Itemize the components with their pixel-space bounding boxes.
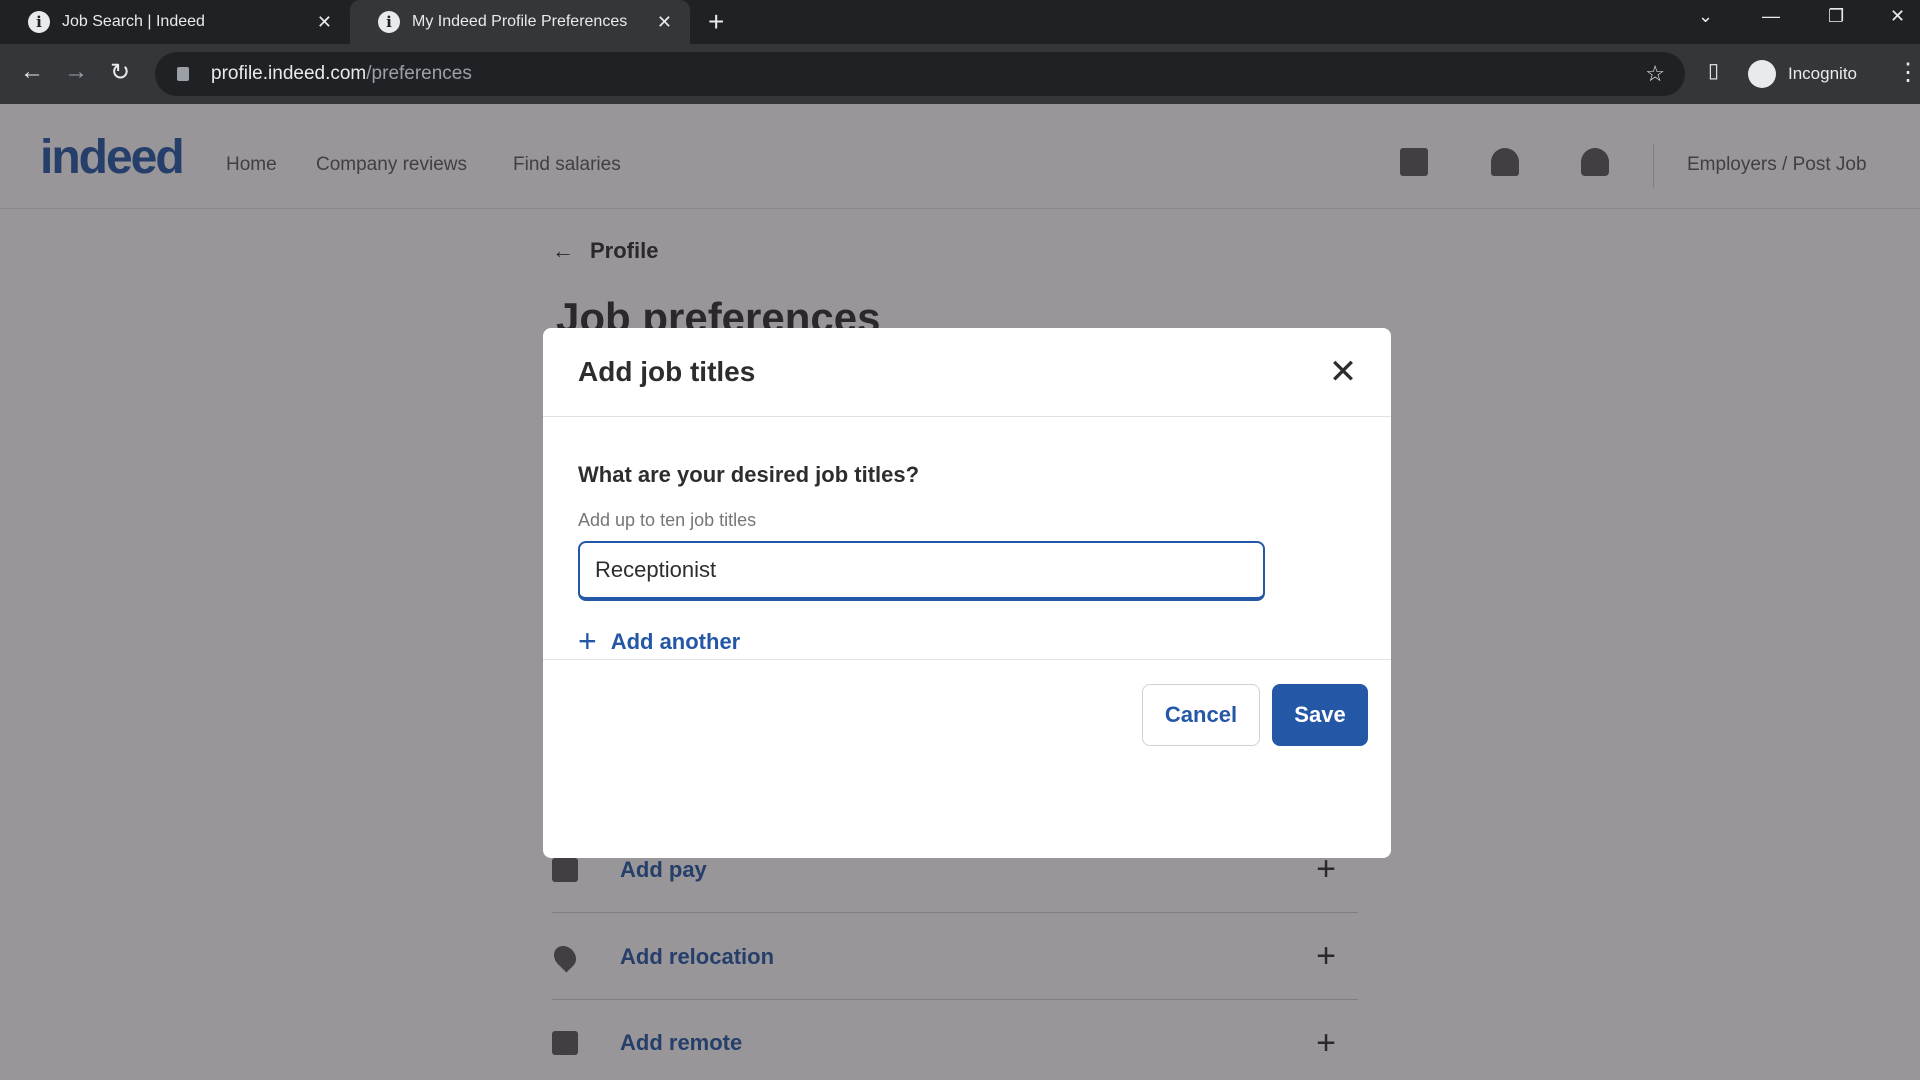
forward-icon[interactable]: → xyxy=(64,58,88,86)
hint-text: Add up to ten job titles xyxy=(578,510,757,530)
bookmark-star-icon[interactable]: ☆ xyxy=(1645,61,1665,87)
indeed-favicon-icon: i xyxy=(28,11,50,33)
close-window-icon[interactable]: ✕ xyxy=(1890,6,1905,27)
dialog-title: Add job titles xyxy=(578,356,756,387)
close-icon[interactable]: ✕ xyxy=(1325,354,1361,390)
incognito-icon xyxy=(1748,60,1776,88)
browser-tab-bar: i Job Search | Indeed ✕ i My Indeed Profile… xyxy=(0,0,1920,44)
reload-icon[interactable]: ↻ xyxy=(110,58,130,87)
url-bar[interactable]: profile.indeed.com/preferences ☆ xyxy=(155,52,1685,96)
close-tab-icon[interactable]: ✕ xyxy=(657,12,672,33)
save-button[interactable]: Save xyxy=(1272,684,1368,746)
tab-profile-preferences[interactable]: i My Indeed Profile Preferences ✕ xyxy=(350,0,690,44)
menu-icon[interactable]: ⋮ xyxy=(1896,58,1920,87)
lock-icon xyxy=(177,67,189,81)
question-label: What are your desired job titles? xyxy=(578,462,920,487)
add-job-titles-dialog: Add job titles ✕ What are your desired j… xyxy=(543,328,1391,858)
close-tab-icon[interactable]: ✕ xyxy=(317,12,332,33)
indeed-favicon-icon: i xyxy=(378,11,400,33)
job-title-input[interactable] xyxy=(578,541,1265,601)
plus-icon: + xyxy=(578,623,597,659)
cancel-button[interactable]: Cancel xyxy=(1142,684,1260,746)
new-tab-icon[interactable]: + xyxy=(708,6,724,38)
restore-icon[interactable]: ❐ xyxy=(1828,6,1844,27)
back-icon[interactable]: ← xyxy=(20,58,44,86)
tab-search-icon[interactable]: ⌄ xyxy=(1698,6,1713,27)
tab-job-search[interactable]: i Job Search | Indeed ✕ xyxy=(0,0,350,44)
address-bar-area: ← → ↻ profile.indeed.com/preferences ☆ ▯… xyxy=(0,44,1920,104)
add-another-button[interactable]: + Add another xyxy=(578,623,1356,660)
minimize-icon[interactable]: — xyxy=(1762,6,1780,27)
side-panel-icon[interactable]: ▯ xyxy=(1708,58,1719,83)
incognito-indicator[interactable]: Incognito xyxy=(1748,54,1857,94)
